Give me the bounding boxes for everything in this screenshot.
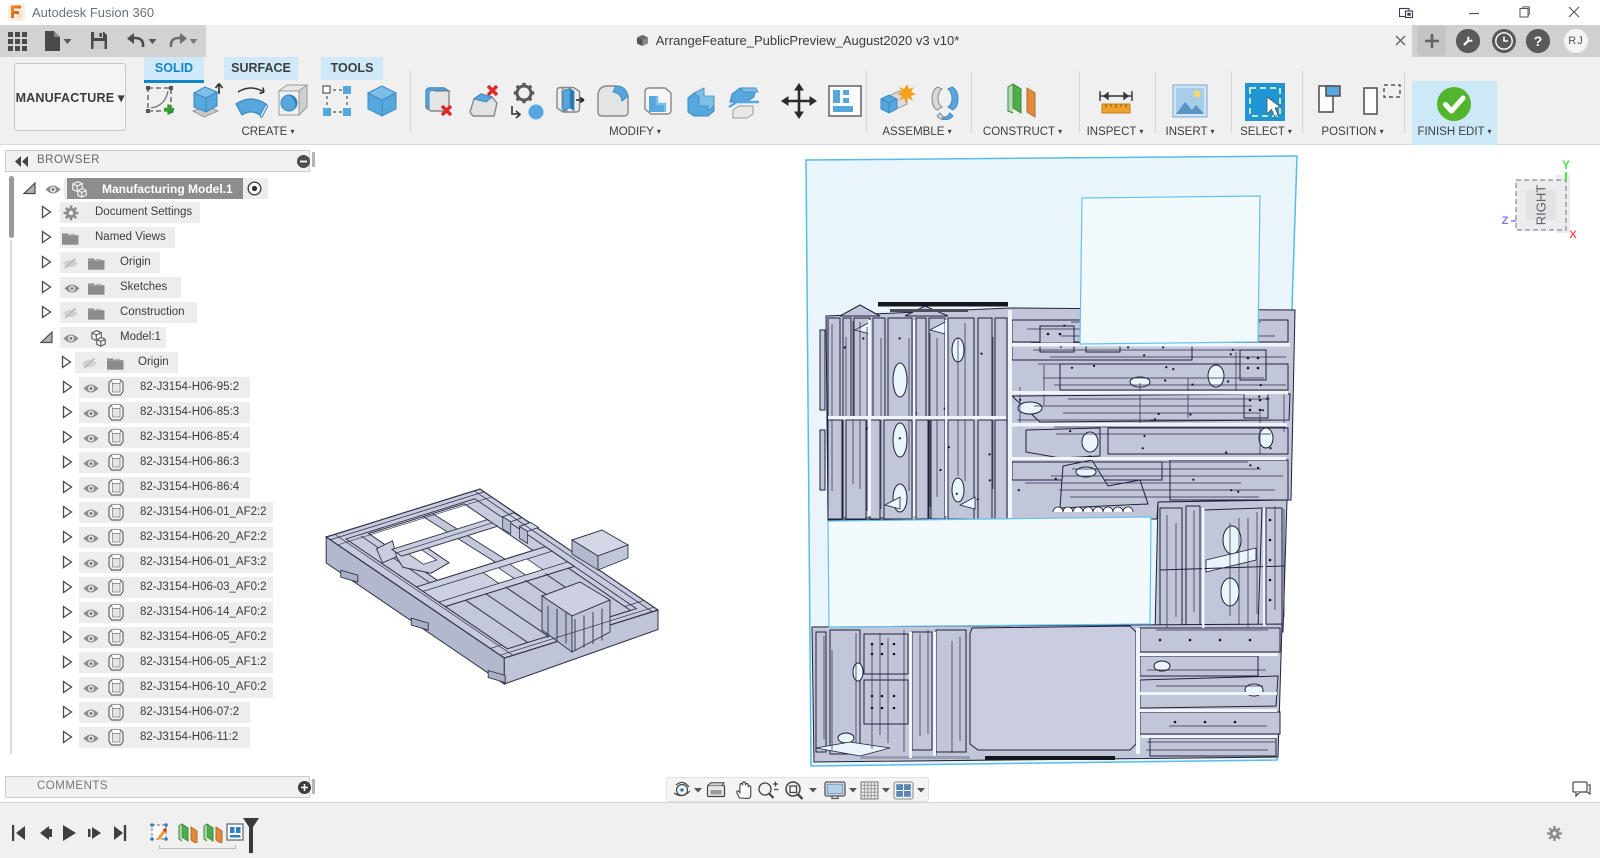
svg-text:Z: Z <box>1502 215 1509 227</box>
svg-text:RIGHT: RIGHT <box>1534 185 1549 226</box>
svg-text:?: ? <box>1534 33 1543 49</box>
svg-text:X: X <box>1569 229 1577 241</box>
svg-text:Y: Y <box>1562 158 1570 172</box>
